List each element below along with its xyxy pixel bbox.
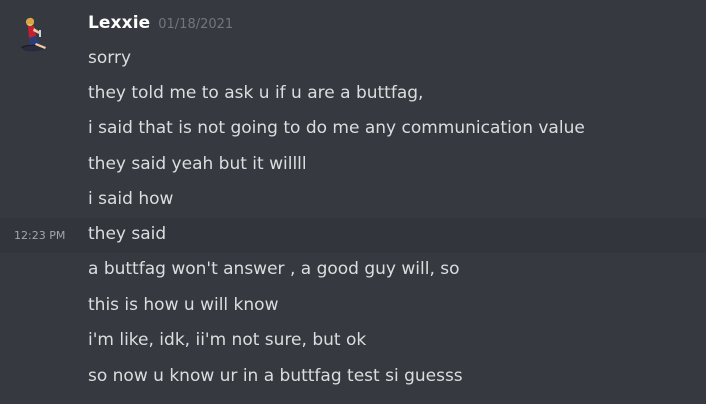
message-line: i said how [0,183,706,218]
message-text: so now u know ur in a buttfag test si gu… [88,366,463,386]
message-line: so now u know ur in a buttfag test si gu… [0,360,706,395]
message-text: they told me to ask u if u are a buttfag… [88,83,424,103]
message-text: i said how [88,189,174,209]
message-text: they said yeah but it willll [88,154,307,174]
message-text: i'm like, idk, ii'm not sure, but ok [88,330,367,350]
message-line: a buttfag won't answer , a good guy will… [0,253,706,288]
username[interactable]: Lexxie [88,13,150,33]
message-line: i said that is not going to do me any co… [0,112,706,147]
message-text: they said [88,224,167,244]
message-line: they said yeah but it willll [0,148,706,183]
message-line-hovered[interactable]: 12:23 PM they said [0,218,706,253]
message-line: i'm like, idk, ii'm not sure, but ok [0,324,706,359]
message-line: sorry [0,42,706,77]
message-line: this is how u will know [0,289,706,324]
message-group: Lexxie 01/18/2021 sorry they told me to … [0,0,706,404]
message-text: sorry [88,48,131,68]
message-text: this is how u will know [88,295,279,315]
message-line: they told me to ask u if u are a buttfag… [0,77,706,112]
message-date[interactable]: 01/18/2021 [158,17,233,32]
message-header: Lexxie 01/18/2021 [88,13,233,39]
message-text: i said that is not going to do me any co… [88,118,585,138]
hover-timestamp[interactable]: 12:23 PM [14,229,65,242]
message-text: a buttfag won't answer , a good guy will… [88,259,460,279]
